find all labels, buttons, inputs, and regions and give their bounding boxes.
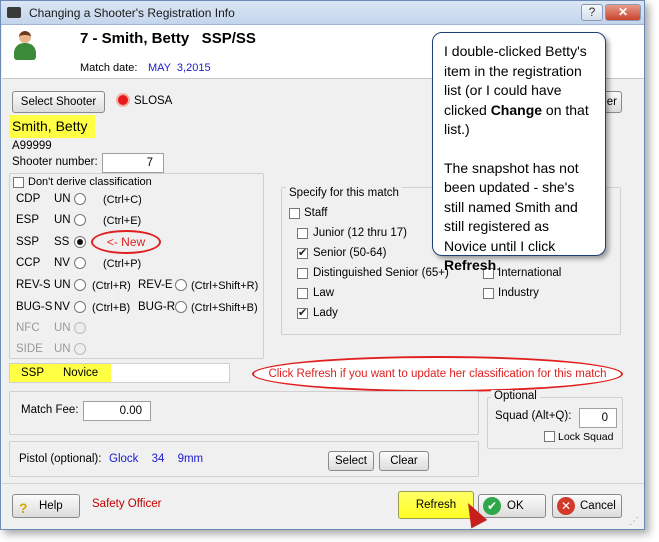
hotkey-cdp: (Ctrl+C) [103,194,142,206]
division-esp: ESP [16,214,40,226]
lock-squad-label: Lock Squad [558,431,614,443]
help-button[interactable]: ? Help [12,494,80,518]
division-nfc: NFC [16,322,40,334]
division-bug-r: BUG-R [138,301,176,313]
optional-title: Optional [491,390,540,402]
class-ccp: NV [54,257,70,269]
staff-label: Staff [304,207,328,219]
title-bar[interactable]: Changing a Shooter's Registration Info ?… [1,1,644,25]
law-checkbox[interactable] [297,288,308,299]
match-date-label: Match date: [80,62,138,74]
note-paragraph-1: I double-clicked Betty's item in the reg… [444,43,589,137]
checkmark-icon: ✔ [483,497,501,515]
senior-label: Senior (50-64) [313,247,387,259]
dist-senior-label: Distinguished Senior (65+) [313,267,449,279]
safety-officer-label: Safety Officer [92,498,162,510]
shooter-number-field[interactable]: 7 [102,153,164,173]
squad-label: Squad (Alt+Q): [495,410,572,422]
industry-checkbox[interactable] [483,288,494,299]
match-fee-label: Match Fee: [21,404,79,416]
division-side: SIDE [16,343,43,355]
close-icon[interactable]: ✕ [605,4,641,21]
ok-button[interactable]: ✔ OK [478,494,546,518]
radio-side [74,343,86,355]
app-icon [7,7,21,18]
squad-field[interactable]: 0 [579,408,617,428]
division-ccp: CCP [16,257,41,269]
division-rev-e: REV-E [138,279,173,291]
radio-rev-e[interactable] [175,279,187,291]
new-callout: <- New [91,230,161,254]
radio-ccp[interactable] [74,257,86,269]
hotkey-ccp: (Ctrl+P) [103,258,142,270]
class-esp: UN [54,214,71,226]
pistol-value: Glock 34 9mm [109,453,204,465]
class-ssp: SS [54,236,70,248]
slosa-label: SLOSA [134,95,173,107]
junior-checkbox[interactable] [297,228,308,239]
division-cdp: CDP [16,193,41,205]
footer-divider [2,483,644,484]
summary-level: Novice [63,367,99,379]
radio-cdp[interactable] [74,193,86,205]
hotkey-rev-s: (Ctrl+R) [92,280,131,292]
shooter-id: A99999 [12,140,52,152]
pistol-clear-button[interactable]: Clear [379,451,429,471]
match-fee-field[interactable]: 0.00 [83,401,151,421]
class-bug-s: NV [54,301,70,313]
question-icon: ? [19,500,28,516]
shooter-heading: 7 - Smith, Betty SSP/SS [80,30,256,47]
shooter-number-label: Shooter number: [12,156,98,168]
hotkey-rev-e: (Ctrl+Shift+R) [191,280,259,292]
cancel-button[interactable]: ✕ Cancel [552,494,622,518]
specify-title: Specify for this match [286,187,402,199]
radio-rev-s[interactable] [74,279,86,291]
radio-ssp[interactable] [74,236,86,248]
shooter-avatar-icon [14,31,36,61]
summary-division: SSP [21,367,45,379]
division-ssp: SSP [16,236,40,248]
radio-esp[interactable] [74,214,86,226]
dont-derive-label: Don't derive classification [28,176,152,188]
select-shooter-button[interactable]: Select Shooter [12,91,105,113]
radio-bug-r[interactable] [175,301,187,313]
division-bug-s: BUG-S [16,301,53,313]
junior-label: Junior (12 thru 17) [313,227,407,239]
fee-group [9,391,479,435]
help-icon[interactable]: ? [581,4,603,21]
refresh-callout: Click Refresh if you want to update her … [252,356,623,392]
match-date-value: MAY 3,2015 [148,62,211,74]
shooter-name: Smith, Betty [9,115,95,138]
industry-label: Industry [498,287,539,299]
slosa-indicator-icon [116,93,130,107]
class-nfc: UN [54,322,71,334]
cancel-icon: ✕ [557,497,575,515]
hotkey-esp: (Ctrl+E) [103,215,142,227]
dist-senior-checkbox[interactable] [297,268,308,279]
pistol-label: Pistol (optional): [19,453,102,465]
annotation-note: I double-clicked Betty's item in the reg… [432,32,606,273]
lady-checkbox[interactable] [297,306,308,319]
window-title: Changing a Shooter's Registration Info [29,6,235,20]
dont-derive-checkbox[interactable] [13,177,24,188]
radio-nfc [74,322,86,334]
note-paragraph-2: The snapshot has not been updated - she'… [444,159,579,274]
hotkey-bug-r: (Ctrl+Shift+B) [191,302,258,314]
pistol-select-button[interactable]: Select [328,451,374,471]
lady-label: Lady [313,307,338,319]
resize-grip-icon[interactable]: ⋰ [629,516,639,527]
class-rev-s: UN [54,279,71,291]
hotkey-bug-s: (Ctrl+B) [92,302,131,314]
senior-checkbox[interactable] [297,246,308,259]
division-rev-s: REV-S [16,279,51,291]
radio-bug-s[interactable] [74,301,86,313]
class-cdp: UN [54,193,71,205]
lock-squad-checkbox[interactable] [544,431,555,442]
law-label: Law [313,287,335,299]
class-summary: SSP Novice [9,363,230,383]
staff-checkbox[interactable] [289,208,300,219]
class-side: UN [54,343,71,355]
